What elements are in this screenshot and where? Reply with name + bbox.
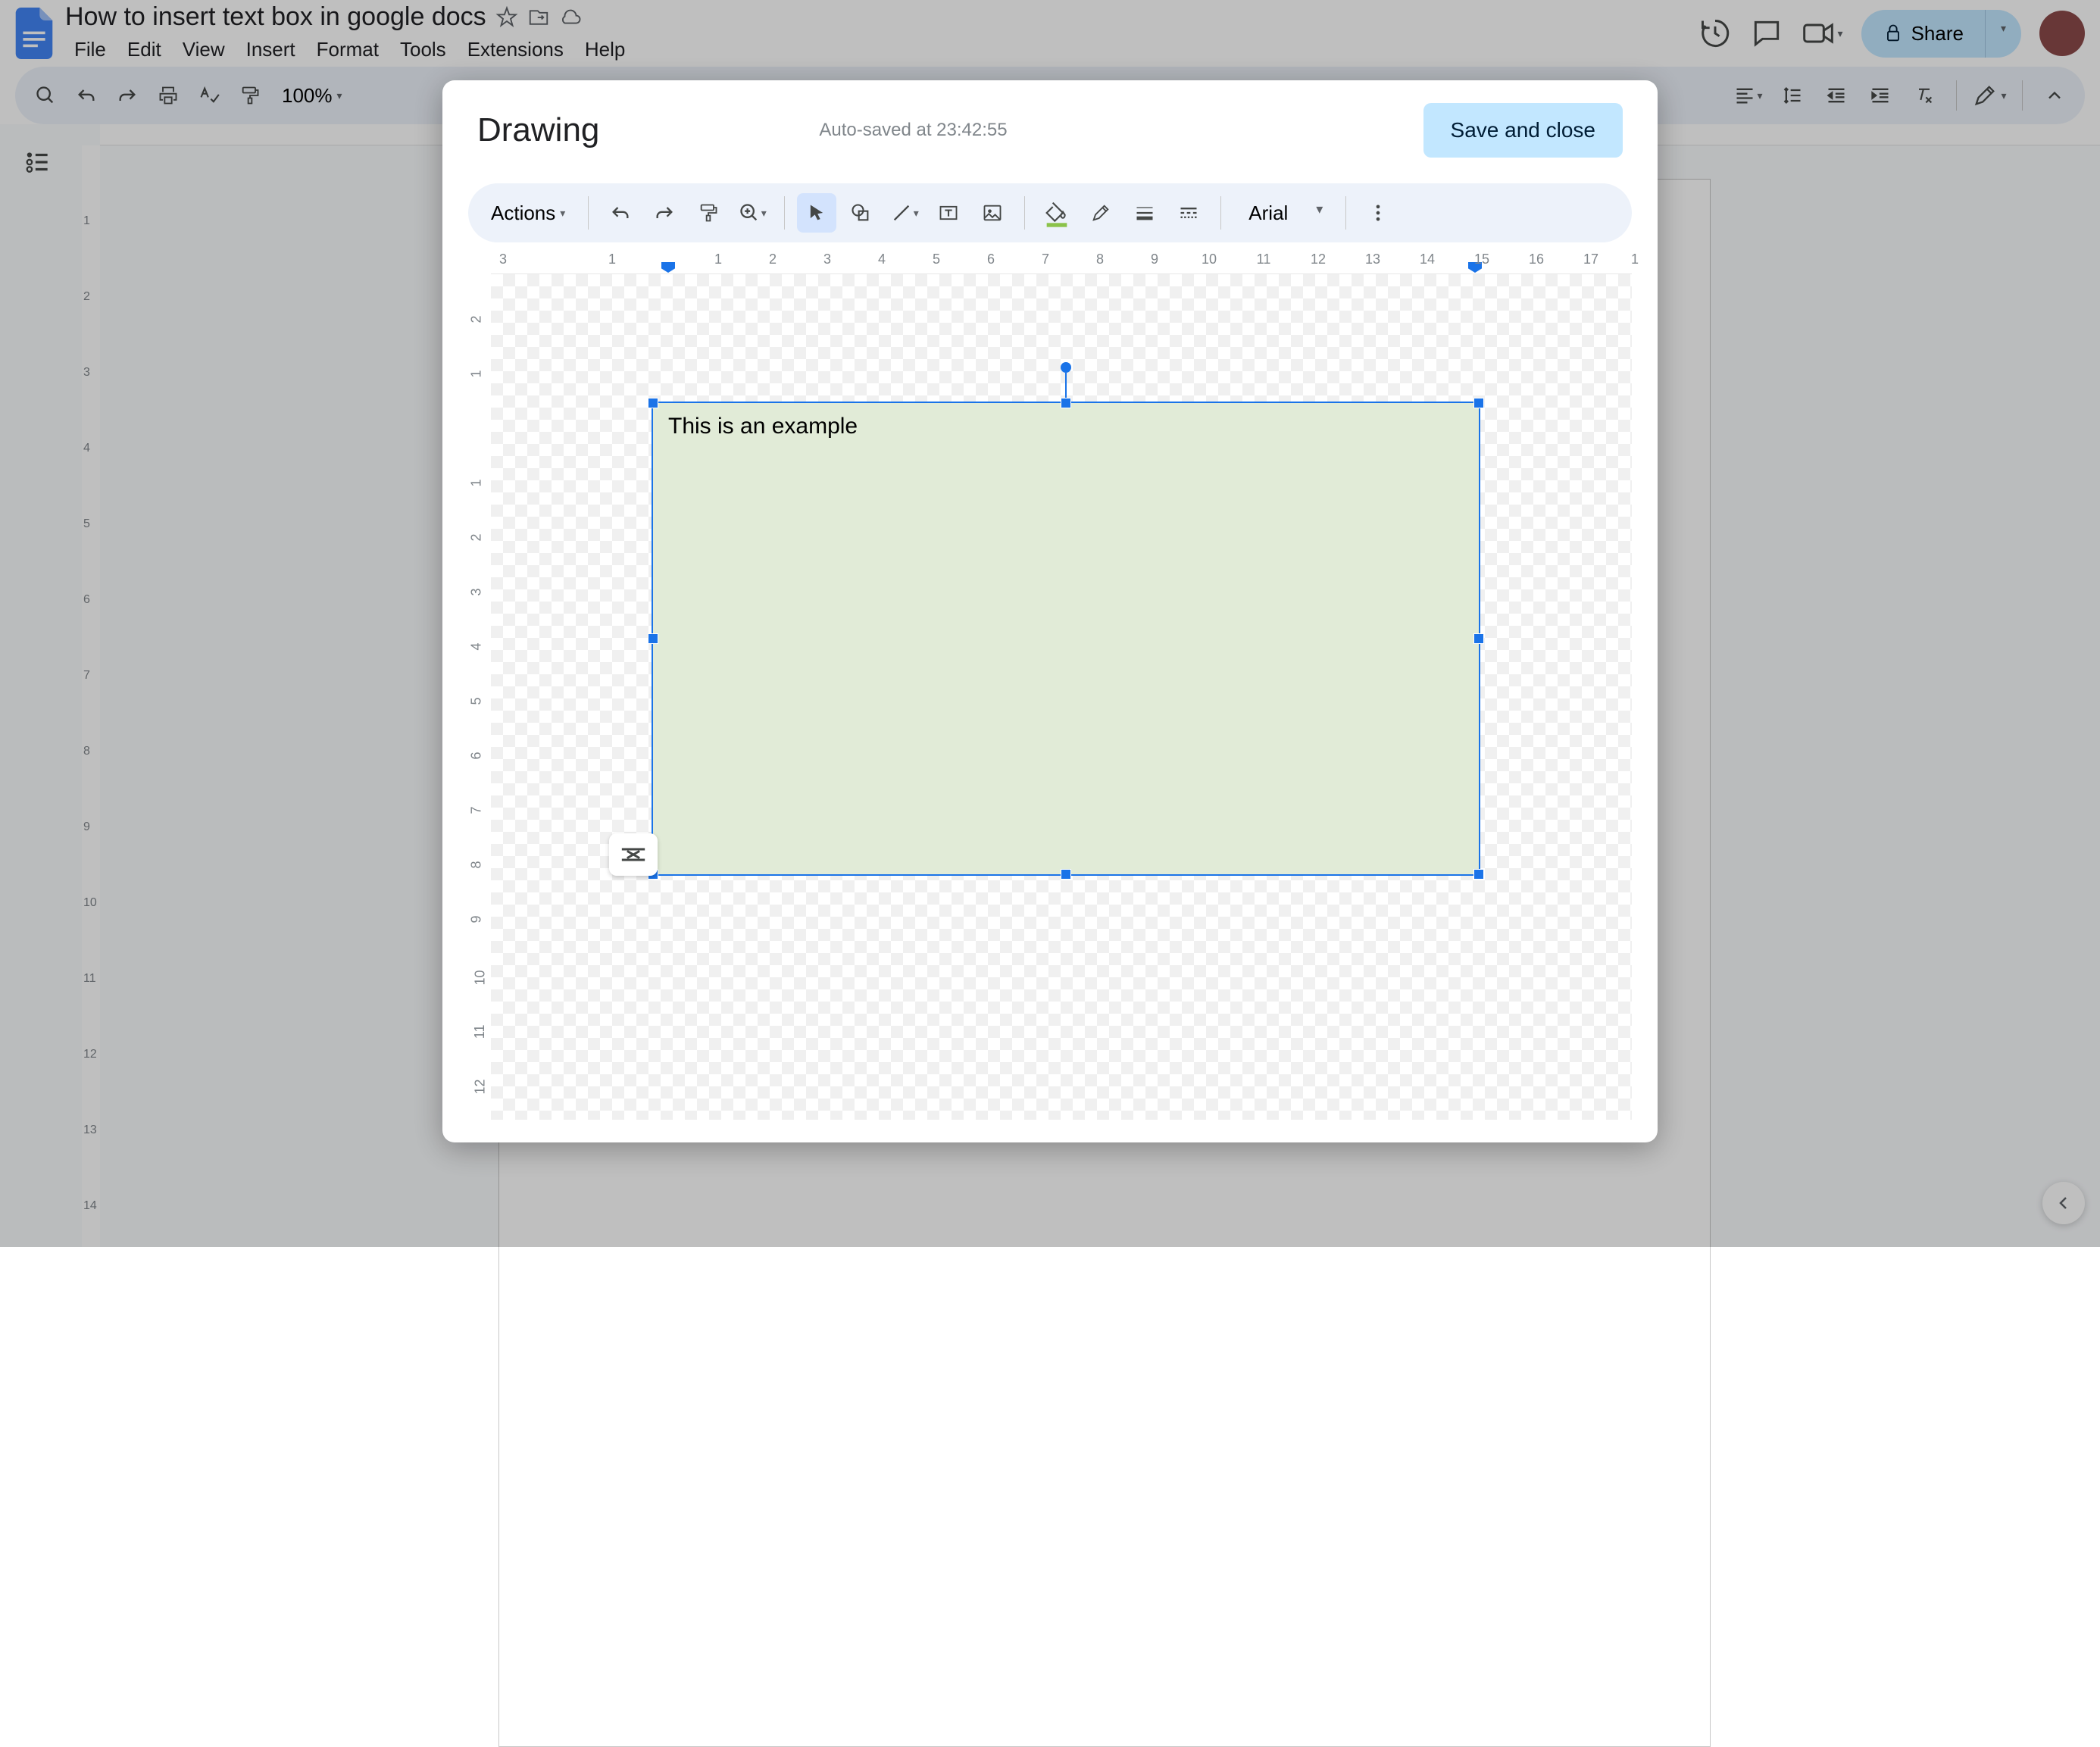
image-tool[interactable]: [973, 193, 1012, 233]
textbox-shape[interactable]: This is an example: [652, 402, 1480, 876]
undo-icon: [610, 202, 631, 223]
ruler-mark: 2: [469, 534, 485, 542]
border-weight-icon: [1134, 202, 1155, 223]
paint-roller-icon: [698, 202, 719, 223]
ruler-mark: 2: [469, 316, 485, 323]
modal-title: Drawing: [477, 111, 599, 149]
ruler-mark: 10: [473, 970, 489, 986]
ruler-mark: 3: [823, 252, 831, 267]
ruler-mark: 2: [769, 252, 777, 267]
ruler-mark: 6: [987, 252, 995, 267]
no-wrap-icon: [620, 844, 647, 865]
textbox-tool[interactable]: [929, 193, 968, 233]
text-wrap-button[interactable]: [609, 833, 658, 876]
textbox-content[interactable]: This is an example: [653, 403, 1479, 450]
ruler-mark: 9: [1151, 252, 1158, 267]
resize-handle-ml[interactable]: [648, 633, 658, 644]
rotate-handle[interactable]: [1061, 362, 1071, 373]
image-icon: [982, 202, 1003, 223]
ruler-mark: 9: [469, 916, 485, 924]
drawing-canvas[interactable]: This is an example: [491, 274, 1632, 1120]
resize-handle-tr[interactable]: [1473, 398, 1484, 408]
fill-color-button[interactable]: [1037, 193, 1077, 233]
paint-format-button[interactable]: [689, 193, 728, 233]
separator: [1345, 196, 1346, 230]
ruler-mark: 7: [469, 807, 485, 814]
font-name: Arial: [1248, 202, 1288, 224]
ruler-mark: 15: [1474, 252, 1489, 267]
drawing-toolbar: Actions ▾ ▾ ▾ Arial: [468, 183, 1632, 242]
autosave-status: Auto-saved at 23:42:55: [819, 120, 1007, 141]
border-dash-icon: [1178, 202, 1199, 223]
ruler-mark: 1: [714, 252, 722, 267]
modal-backdrop: Drawing Auto-saved at 23:42:55 Save and …: [0, 0, 2100, 1247]
drawing-canvas-area: 2 1 1 2 3 4 5 6 7 8 9 10 11 12 3 1: [442, 250, 1658, 1142]
drawing-modal: Drawing Auto-saved at 23:42:55 Save and …: [442, 80, 1658, 1142]
rotate-connector: [1065, 373, 1067, 398]
fill-icon: [1045, 198, 1069, 227]
textbox-icon: [938, 202, 959, 223]
shape-tool[interactable]: [841, 193, 880, 233]
ruler-mark: 16: [1529, 252, 1544, 267]
ruler-mark: 5: [933, 252, 940, 267]
line-tool[interactable]: ▾: [885, 193, 924, 233]
ruler-mark: 11: [1257, 252, 1271, 267]
resize-handle-mb[interactable]: [1061, 869, 1071, 880]
chevron-down-icon: ▾: [560, 207, 565, 220]
border-color-button[interactable]: [1081, 193, 1120, 233]
shape-icon: [850, 202, 871, 223]
more-vertical-icon: [1367, 202, 1389, 223]
ruler-mark: 1: [469, 370, 485, 378]
ruler-mark: 7: [1042, 252, 1049, 267]
ruler-mark: 1: [608, 252, 616, 267]
border-weight-button[interactable]: [1125, 193, 1164, 233]
undo-button[interactable]: [601, 193, 640, 233]
select-tool[interactable]: [797, 193, 836, 233]
ruler-mark: 3: [469, 589, 485, 596]
indent-handle-left[interactable]: [661, 262, 675, 273]
modal-header: Drawing Auto-saved at 23:42:55 Save and …: [442, 80, 1658, 176]
separator: [1220, 196, 1221, 230]
ruler-mark: 11: [472, 1025, 488, 1039]
zoom-icon: [739, 202, 760, 223]
redo-icon: [654, 202, 675, 223]
drawing-horizontal-ruler[interactable]: 3 1 1 2 3 4 5 6 7 8 9 10 11 12 13: [491, 250, 1632, 274]
chevron-down-icon: ▾: [914, 207, 919, 220]
line-icon: [891, 202, 912, 223]
separator: [588, 196, 589, 230]
ruler-mark: 13: [1365, 252, 1380, 267]
ruler-mark: 1: [1631, 252, 1639, 267]
ruler-mark: 8: [469, 861, 485, 869]
drawing-vertical-ruler[interactable]: 2 1 1 2 3 4 5 6 7 8 9 10 11 12: [468, 250, 491, 1120]
resize-handle-mt[interactable]: [1061, 398, 1071, 408]
ruler-mark: 6: [469, 752, 485, 760]
separator: [784, 196, 785, 230]
ruler-mark: 3: [499, 252, 507, 267]
cursor-icon: [806, 202, 827, 223]
resize-handle-mr[interactable]: [1473, 633, 1484, 644]
separator: [1024, 196, 1025, 230]
redo-button[interactable]: [645, 193, 684, 233]
ruler-mark: 12: [1311, 252, 1326, 267]
font-select[interactable]: Arial: [1233, 194, 1333, 233]
actions-menu[interactable]: Actions ▾: [480, 194, 576, 233]
ruler-mark: 17: [1583, 252, 1598, 267]
ruler-mark: 4: [878, 252, 886, 267]
ruler-mark: 12: [473, 1080, 489, 1095]
ruler-mark: 10: [1202, 252, 1217, 267]
ruler-mark: 14: [1420, 252, 1435, 267]
ruler-mark: 8: [1096, 252, 1104, 267]
resize-handle-br[interactable]: [1473, 869, 1484, 880]
resize-handle-tl[interactable]: [648, 398, 658, 408]
ruler-mark: 1: [469, 480, 485, 487]
zoom-button[interactable]: ▾: [733, 193, 772, 233]
actions-label: Actions: [491, 202, 555, 225]
ruler-mark: 4: [469, 643, 485, 651]
chevron-down-icon: ▾: [761, 207, 767, 220]
save-and-close-button[interactable]: Save and close: [1423, 103, 1623, 158]
ruler-mark: 5: [469, 698, 485, 705]
more-options-button[interactable]: [1358, 193, 1398, 233]
border-dash-button[interactable]: [1169, 193, 1208, 233]
pencil-icon: [1090, 202, 1111, 223]
